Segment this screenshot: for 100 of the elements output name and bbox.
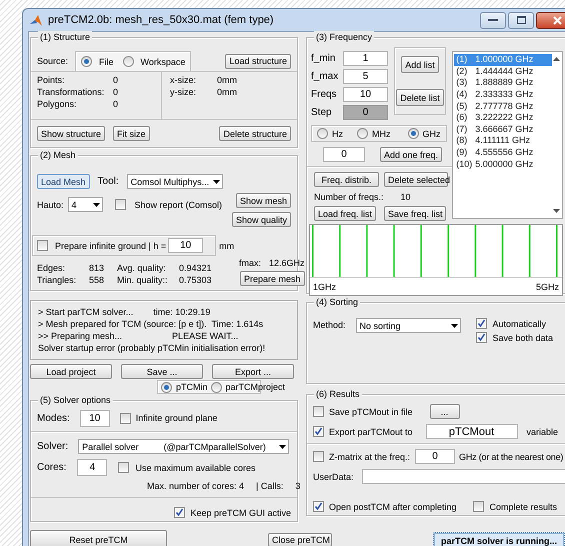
sorting-option-label: Save both data: [492, 332, 553, 342]
panel-title: (2) Mesh: [38, 149, 78, 162]
frequency-field[interactable]: 1: [343, 51, 388, 66]
tool-dropdown[interactable]: Comsol Multiphys...: [126, 174, 223, 189]
sorting-option-checkbox[interactable]: [476, 332, 488, 343]
panel-title: (5) Solver options: [38, 394, 113, 407]
show-quality-button[interactable]: Show quality: [232, 212, 291, 227]
frequency-label: f_min: [311, 53, 336, 64]
log-line: > Mesh prepared for TCM (source: [p e t]). Time: 1.614s: [38, 318, 264, 330]
close-pretcm-button[interactable]: Close preTCM: [268, 533, 332, 546]
prepare-mesh-button[interactable]: Prepare mesh: [240, 271, 305, 286]
app-icon: [29, 14, 43, 26]
keep-active-checkbox[interactable]: [174, 507, 186, 518]
frequency-value-field[interactable]: 0: [323, 147, 365, 162]
list-item[interactable]: (2) 1.444444 GHz: [454, 66, 552, 78]
scroll-down-icon: [553, 209, 560, 213]
close-icon: [552, 16, 562, 24]
solver-label: Solver:: [37, 441, 68, 452]
maximize-button[interactable]: [508, 12, 534, 28]
mesh-stat-value: 558: [89, 275, 106, 285]
sorting-method-dropdown[interactable]: No sorting: [356, 318, 461, 333]
userdata-label: UserData:: [313, 472, 354, 482]
list-item[interactable]: (5) 2.777778 GHz: [454, 100, 552, 112]
export-variable-field[interactable]: pTCMout: [426, 424, 518, 439]
modes-field[interactable]: 10: [80, 410, 110, 426]
solver-status-button[interactable]: parTCM solver is running...: [433, 532, 565, 546]
modes-label: Modes:: [37, 412, 70, 424]
frequency-distribution-button[interactable]: Freq. distrib.: [314, 172, 379, 187]
save-frequency-list-button[interactable]: Save freq. list: [384, 206, 446, 221]
radio-button[interactable]: [122, 56, 134, 67]
radio-button[interactable]: [210, 382, 222, 392]
list-item[interactable]: (7) 3.666667 GHz: [454, 124, 552, 136]
radio-button[interactable]: [81, 56, 92, 67]
structure-action-button[interactable]: Fit size: [113, 126, 150, 141]
minimize-button[interactable]: [480, 12, 506, 28]
project-button[interactable]: Export ...: [212, 364, 294, 379]
max-cores-checkbox[interactable]: [118, 462, 130, 473]
frequency-field[interactable]: 5: [343, 69, 388, 84]
radio-button[interactable]: [408, 128, 418, 139]
quality-value: 0.75303: [179, 275, 213, 285]
load-frequency-list-button[interactable]: Load freq. list: [314, 206, 376, 221]
ground-height-field[interactable]: 10: [168, 238, 204, 253]
radio-button[interactable]: [317, 128, 328, 139]
browse-button[interactable]: ...: [430, 404, 460, 419]
infinite-plane-checkbox[interactable]: [120, 412, 131, 424]
method-label: Method:: [313, 320, 346, 330]
hauto-dropdown[interactable]: 4: [68, 197, 103, 212]
quality-label: Avg. quality:: [117, 263, 167, 273]
frequency-label: Step: [311, 107, 333, 118]
structure-action-button[interactable]: Delete structure: [219, 126, 291, 141]
radio-button[interactable]: [357, 128, 368, 139]
complete-results-checkbox[interactable]: [473, 501, 484, 512]
calls-label: | Calls:: [256, 481, 284, 491]
load-mesh-button[interactable]: Load Mesh: [37, 174, 90, 189]
project-button[interactable]: Load project: [30, 364, 112, 379]
keep-active-label: Keep preTCM GUI active: [190, 508, 291, 518]
delete-selected-button[interactable]: Delete selected: [384, 172, 448, 187]
export-checkbox[interactable]: [313, 426, 324, 437]
zmatrix-checkbox[interactable]: [313, 451, 324, 462]
tool-label: Tool:: [98, 176, 119, 187]
project-button[interactable]: Save ...: [121, 364, 203, 379]
userdata-field[interactable]: [362, 469, 565, 484]
sorting-option-label: Automatically: [492, 318, 546, 328]
list-item[interactable]: (4) 2.333333 GHz: [454, 88, 552, 100]
solver-dropdown[interactable]: Parallel solver (@parTCMparallelSolver): [78, 439, 290, 454]
frequency-field[interactable]: 10: [343, 87, 388, 102]
sorting-option-checkbox[interactable]: [476, 318, 488, 329]
show-report-checkbox[interactable]: [114, 199, 126, 210]
load-structure-button[interactable]: Load structure: [225, 54, 291, 68]
stat-value: 0: [113, 75, 120, 85]
list-item[interactable]: (8) 4.111111 GHz: [454, 135, 552, 147]
open-post-checkbox[interactable]: [313, 501, 324, 512]
mesh-stat-value: 813: [89, 263, 106, 273]
delete-list-button[interactable]: Delete list: [396, 89, 444, 106]
add-list-button[interactable]: Add list: [401, 56, 439, 73]
show-mesh-button[interactable]: Show mesh: [236, 193, 291, 208]
radio-button[interactable]: [161, 382, 172, 392]
list-item[interactable]: (3) 1.888889 GHz: [454, 77, 552, 89]
cores-field[interactable]: 4: [77, 459, 108, 476]
maximize-icon: [516, 16, 526, 24]
infinite-ground-checkbox[interactable]: [37, 240, 48, 251]
complete-results-label: Complete results: [489, 502, 557, 512]
list-item[interactable]: (6) 3.222222 GHz: [454, 112, 552, 124]
add-one-frequency-button[interactable]: Add one freq.: [380, 147, 442, 162]
reset-button[interactable]: Reset preTCM: [30, 530, 167, 546]
scroll-up-icon: [553, 57, 560, 61]
structure-action-button[interactable]: Show structure: [37, 126, 106, 141]
size-value: 0mm: [217, 75, 238, 85]
zmatrix-frequency-field[interactable]: 0: [415, 449, 456, 464]
list-item[interactable]: (10) 5.000000 GHz: [454, 158, 552, 170]
mesh-stat-label: Triangles:: [37, 275, 78, 285]
list-item[interactable]: (9) 4.555556 GHz: [454, 146, 552, 158]
unit-label: mm: [219, 240, 234, 250]
stat-label: Points:: [37, 75, 66, 85]
frequency-label: Freqs: [311, 89, 338, 100]
save-file-checkbox[interactable]: [313, 406, 324, 417]
axis-label: 5GHz: [536, 282, 559, 292]
cores-label: Cores:: [37, 462, 66, 473]
max-cores-info: Max. number of cores: 4: [147, 481, 244, 491]
stat-label: Polygons:: [37, 99, 78, 109]
